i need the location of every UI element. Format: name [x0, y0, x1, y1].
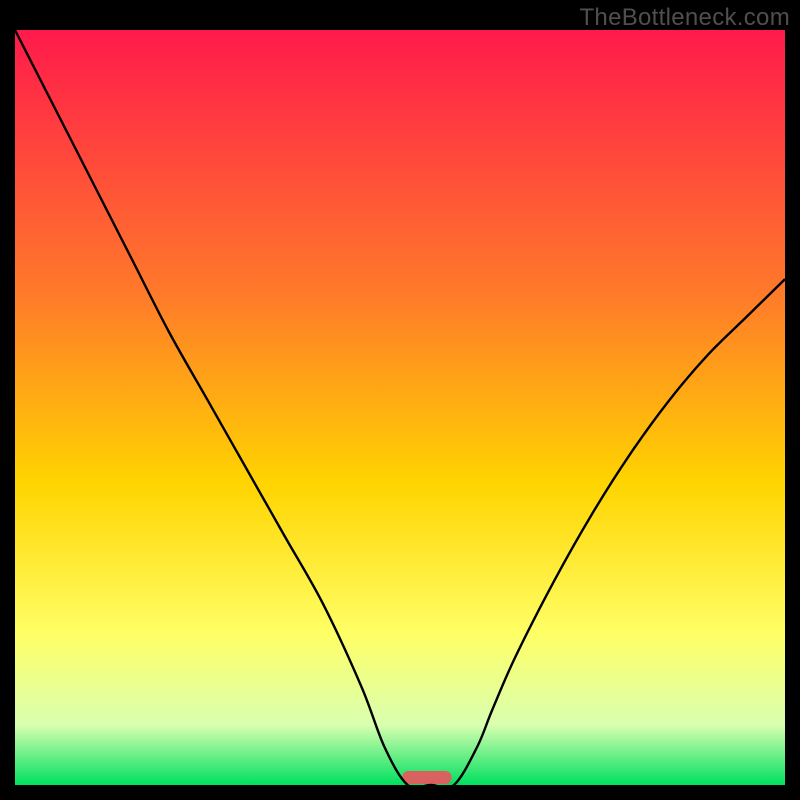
minimum-marker	[402, 771, 451, 784]
chart-svg	[15, 30, 785, 785]
plot-area	[15, 30, 785, 785]
chart-frame: TheBottleneck.com	[0, 0, 800, 800]
gradient-background	[15, 30, 785, 785]
watermark-text: TheBottleneck.com	[579, 4, 790, 32]
